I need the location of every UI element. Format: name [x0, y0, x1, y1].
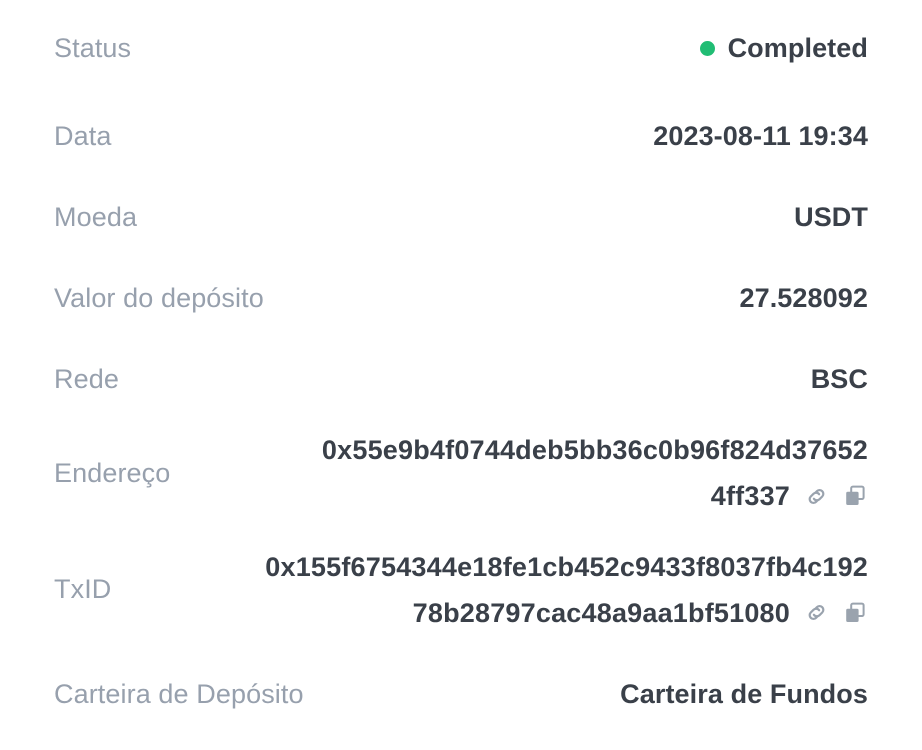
txid-label: TxID — [54, 574, 112, 604]
status-label: Status — [54, 32, 132, 63]
txid-value-line1: 0x155f6754344e18fe1cb452c9433f8037fb4c19… — [265, 551, 868, 582]
txid-value-line2-row: 78b28797cac48a9aa1bf51080 — [413, 591, 868, 635]
data-label: Data — [54, 121, 112, 151]
endereco-value-line1: 0x55e9b4f0744deb5bb36c0b96f824d37652 — [321, 435, 868, 465]
data-value: 2023-08-11 19:34 — [653, 121, 868, 151]
detail-row-valor-deposito: Valor do depósito 27.528092 — [54, 258, 868, 339]
detail-row-carteira-deposito: Carteira de Depósito Carteira de Fundos — [54, 653, 868, 736]
deposit-detail-panel: Status Completed Data 2023-08-11 19:34 M… — [0, 0, 922, 750]
endereco-label: Endereço — [54, 457, 171, 488]
moeda-label: Moeda — [54, 202, 138, 232]
moeda-value: USDT — [794, 202, 868, 232]
txid-link-icon[interactable] — [803, 600, 829, 626]
txid-value-block: 0x155f6754344e18fe1cb452c9433f8037fb4c19… — [111, 545, 868, 635]
detail-row-rede: Rede BSC — [54, 339, 868, 420]
detail-row-txid: TxID 0x155f6754344e18fe1cb452c9433f8037f… — [54, 526, 868, 653]
detail-row-data: Data 2023-08-11 19:34 — [54, 96, 868, 177]
valor-deposito-label: Valor do depósito — [54, 283, 264, 313]
txid-copy-icon[interactable] — [842, 600, 868, 626]
endereco-link-icon[interactable] — [803, 483, 829, 509]
detail-row-status: Status Completed — [54, 0, 868, 96]
txid-value-line2: 78b28797cac48a9aa1bf51080 — [412, 597, 790, 628]
valor-deposito-value: 27.528092 — [739, 283, 868, 313]
carteira-deposito-value: Carteira de Fundos — [620, 679, 868, 709]
rede-label: Rede — [54, 364, 119, 394]
endereco-value-line2: 4ff337 — [710, 481, 790, 511]
status-badge: Completed — [727, 32, 868, 63]
status-dot-icon — [699, 40, 715, 56]
carteira-deposito-label: Carteira de Depósito — [54, 679, 304, 709]
endereco-copy-icon[interactable] — [842, 483, 868, 509]
detail-row-endereco: Endereço 0x55e9b4f0744deb5bb36c0b96f824d… — [54, 420, 868, 526]
endereco-value-line2-row: 4ff337 — [711, 474, 868, 518]
endereco-value-block: 0x55e9b4f0744deb5bb36c0b96f824d37652 4ff… — [170, 428, 868, 518]
detail-row-moeda: Moeda USDT — [54, 177, 868, 258]
rede-value: BSC — [810, 364, 868, 394]
status-value-group: Completed — [699, 32, 868, 64]
